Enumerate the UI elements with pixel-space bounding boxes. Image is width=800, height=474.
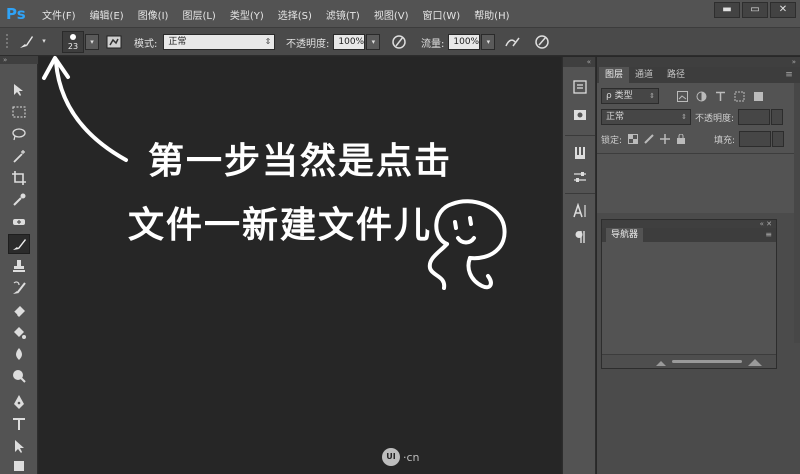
- doodle-face-icon: [427, 199, 507, 290]
- ui-cn-logo: UI: [382, 448, 400, 466]
- watermark-text: ·cn: [403, 450, 420, 464]
- watermark: UI ·cn: [382, 448, 420, 466]
- annotation-line-2: 文件一新建文件儿: [128, 205, 433, 246]
- annotation-line-1: 第一步当然是点击: [148, 141, 453, 182]
